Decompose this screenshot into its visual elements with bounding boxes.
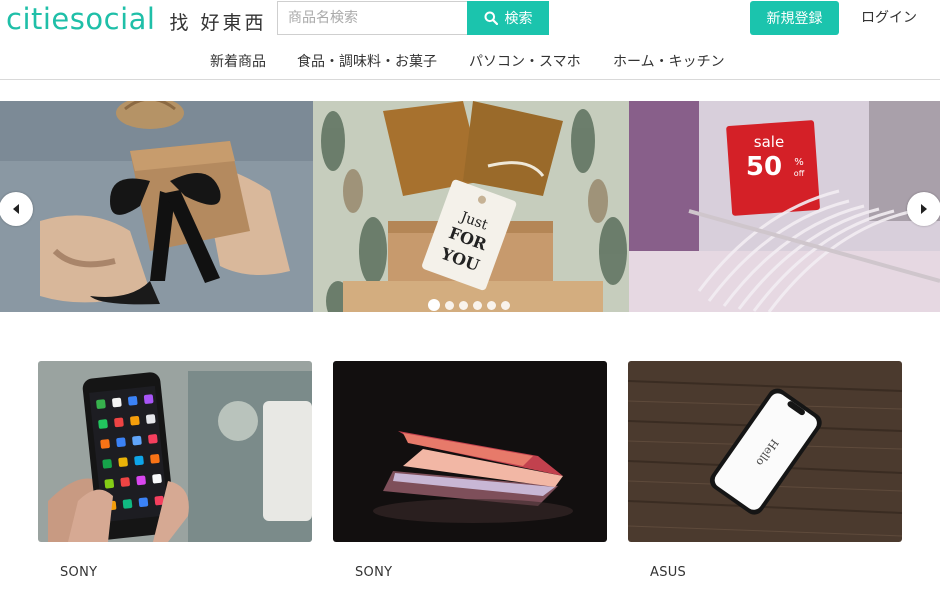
search-button[interactable]: 検索 [467, 1, 549, 35]
carousel-dot[interactable] [445, 300, 454, 310]
carousel-next-button[interactable] [907, 192, 940, 226]
sale-hangers-image: sale 50 % off [629, 101, 940, 312]
carousel-slide-gift-wrap[interactable] [0, 101, 313, 312]
product-brand: ASUS [650, 565, 687, 580]
category-nav: 新着商品 食品・調味料・お菓子 パソコン・スマホ ホーム・キッチン [0, 52, 940, 72]
nav-item-new-arrivals[interactable]: 新着商品 [210, 52, 266, 72]
chevron-right-icon [921, 204, 927, 214]
carousel-dot[interactable] [473, 300, 482, 310]
sale-unit: % [794, 157, 804, 168]
carousel-prev-button[interactable] [0, 192, 33, 226]
nav-item-pc-phone[interactable]: パソコン・スマホ [469, 52, 581, 72]
sale-off: off [794, 169, 805, 178]
product-card[interactable]: Hello ASUS [628, 361, 902, 595]
search-button-label: 検索 [504, 11, 533, 27]
carousel-dot[interactable] [501, 300, 510, 310]
carousel-dot[interactable] [459, 300, 468, 310]
product-image-phone[interactable] [38, 361, 312, 542]
site-header: citiesocial 找 好東西 検索 新規登録 ログイン 新着商品 食品・調… [0, 0, 940, 80]
nav-item-home-kitchen[interactable]: ホーム・キッチン [613, 52, 725, 72]
product-brand: SONY [355, 565, 393, 580]
nav-item-food[interactable]: 食品・調味料・お菓子 [297, 52, 437, 72]
carousel-slide-just-for-you[interactable]: Just FOR YOU [313, 101, 629, 312]
sale-value: 50 [746, 152, 782, 182]
carousel-slide-sale[interactable]: sale 50 % off [629, 101, 940, 312]
product-card[interactable]: SONY [38, 361, 312, 595]
carousel-dot[interactable] [428, 299, 440, 311]
login-link[interactable]: ログイン [861, 1, 917, 35]
hero-carousel: Just FOR YOU sale 50 % off [0, 101, 940, 312]
carousel-dot[interactable] [487, 300, 496, 310]
logo-tagline: 找 好東西 [169, 12, 267, 34]
product-image-smartphone[interactable]: Hello [628, 361, 902, 542]
sale-word: sale [754, 133, 784, 151]
carousel-dots [428, 299, 515, 311]
product-brand: SONY [60, 565, 98, 580]
chevron-left-icon [13, 204, 19, 214]
gift-wrap-image [0, 101, 313, 312]
search-input[interactable] [277, 1, 467, 35]
search-icon [484, 11, 498, 25]
product-card[interactable]: SONY [333, 361, 607, 595]
gift-box-image: Just FOR YOU [313, 101, 629, 312]
signup-button[interactable]: 新規登録 [750, 1, 839, 35]
search-form: 検索 [277, 1, 549, 35]
product-image-laptop[interactable] [333, 361, 607, 542]
site-logo[interactable]: citiesocial 找 好東西 [6, 1, 267, 37]
logo-brand: citiesocial [6, 2, 156, 36]
